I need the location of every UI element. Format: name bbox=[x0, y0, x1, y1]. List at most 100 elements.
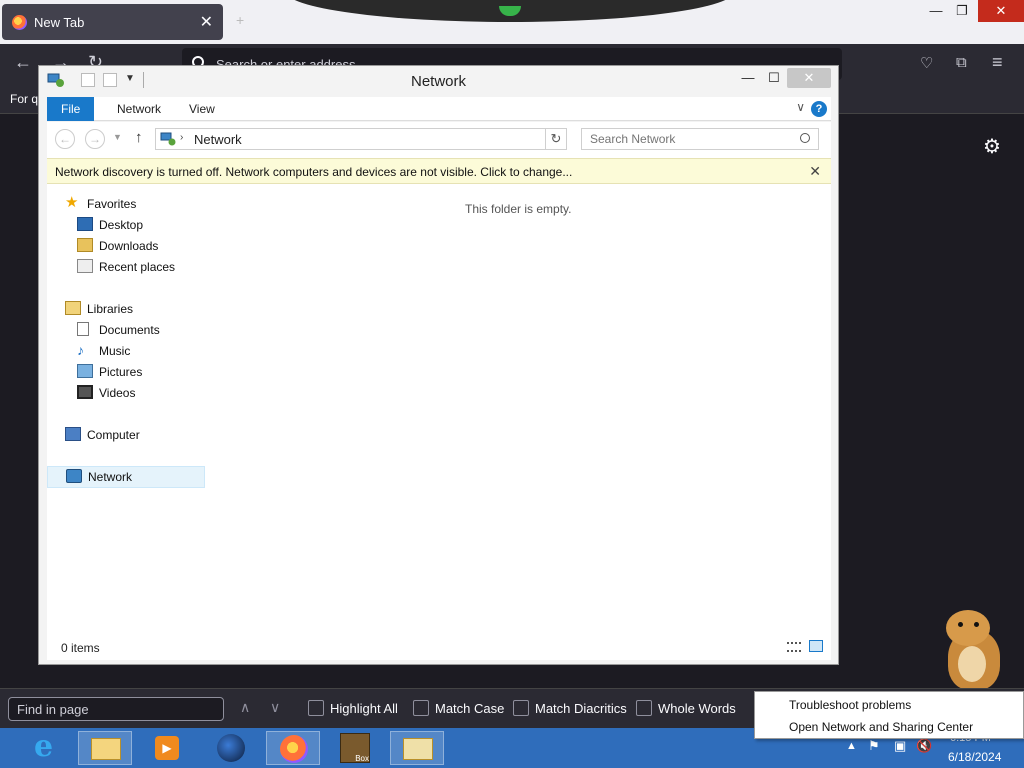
nav-item-label: Libraries bbox=[87, 302, 134, 316]
help-icon[interactable]: ? bbox=[811, 101, 827, 117]
breadcrumb[interactable]: Network bbox=[194, 132, 242, 147]
browser-tab[interactable]: New Tab ✕ bbox=[2, 4, 223, 40]
music-icon: ♪ bbox=[77, 342, 84, 358]
find-previous-icon[interactable]: ∧ bbox=[240, 699, 250, 716]
nav-item-desktop[interactable]: Desktop bbox=[77, 215, 233, 235]
folder-icon bbox=[403, 738, 433, 760]
nav-item-network[interactable]: Network bbox=[47, 466, 205, 488]
network-tray-icon[interactable]: ▣ bbox=[894, 738, 906, 754]
maximize-button[interactable]: ☐ bbox=[761, 68, 787, 88]
expand-ribbon-icon[interactable]: ∨ bbox=[796, 100, 805, 114]
taskbar-file-explorer[interactable] bbox=[78, 731, 132, 765]
menu-item-troubleshoot[interactable]: Troubleshoot problems bbox=[789, 698, 911, 712]
match-diacritics-label: Match Diacritics bbox=[535, 701, 627, 716]
address-bar[interactable]: › Network ∨ bbox=[155, 128, 567, 150]
find-input[interactable] bbox=[8, 697, 224, 721]
back-arrow-icon[interactable]: ← bbox=[14, 52, 32, 73]
search-input[interactable] bbox=[582, 129, 792, 149]
new-tab-icon[interactable]: + bbox=[236, 12, 244, 28]
nav-item-label: Pictures bbox=[99, 365, 143, 379]
action-center-flag-icon[interactable]: ⚑ bbox=[868, 738, 880, 754]
nav-item-label: Recent places bbox=[99, 260, 176, 274]
close-tab-icon[interactable]: ✕ bbox=[200, 12, 213, 32]
forward-button[interactable]: → bbox=[85, 129, 105, 149]
pocket-icon[interactable]: ♡ bbox=[920, 54, 933, 72]
nav-item-music[interactable]: ♪ Music bbox=[77, 341, 233, 361]
match-case-checkbox[interactable]: Match Case bbox=[413, 700, 504, 718]
taskbar-media-player[interactable]: ▶ bbox=[140, 731, 194, 765]
box-app-icon: Box bbox=[340, 733, 370, 763]
theme-decoration bbox=[285, 0, 735, 22]
whole-words-label: Whole Words bbox=[658, 701, 736, 716]
clock-date[interactable]: 6/18/2024 bbox=[948, 750, 1001, 764]
nav-item-recent-places[interactable]: Recent places bbox=[77, 257, 233, 277]
firefox-icon bbox=[12, 15, 27, 30]
recent-locations-icon[interactable]: ▼ bbox=[113, 132, 122, 142]
nav-item-favorites[interactable]: ★ Favorites bbox=[65, 194, 221, 214]
libraries-icon bbox=[65, 301, 81, 315]
nav-item-label: Computer bbox=[87, 428, 140, 442]
infobar-message[interactable]: Network discovery is turned off. Network… bbox=[55, 165, 572, 179]
taskbar-internet-explorer[interactable]: e bbox=[18, 731, 72, 765]
tab-network[interactable]: Network bbox=[103, 97, 175, 121]
details-view-icon[interactable] bbox=[787, 642, 801, 652]
folder-icon bbox=[91, 738, 121, 760]
whole-words-checkbox[interactable]: Whole Words bbox=[636, 700, 736, 718]
nav-item-pictures[interactable]: Pictures bbox=[77, 362, 233, 382]
minimize-button[interactable]: — bbox=[735, 68, 761, 88]
checkbox-icon bbox=[308, 700, 324, 716]
hamster-mascot bbox=[944, 610, 1004, 690]
nav-item-label: Music bbox=[99, 344, 131, 358]
search-field[interactable] bbox=[581, 128, 819, 150]
nav-item-libraries[interactable]: Libraries bbox=[65, 299, 221, 319]
taskbar-globe-app[interactable] bbox=[204, 731, 258, 765]
close-infobar-icon[interactable]: ✕ bbox=[809, 163, 821, 180]
network-context-menu: Troubleshoot problems Open Network and S… bbox=[754, 691, 1024, 739]
menu-hamburger-icon[interactable]: ≡ bbox=[992, 52, 1003, 73]
pictures-icon bbox=[77, 364, 93, 378]
item-count: 0 items bbox=[61, 641, 100, 655]
taskbar-firefox[interactable] bbox=[266, 731, 320, 765]
volume-muted-icon[interactable]: 🔇 bbox=[916, 738, 932, 754]
tab-view[interactable]: View bbox=[175, 97, 229, 121]
firefox-icon bbox=[280, 735, 308, 763]
extensions-icon[interactable]: ⧉ bbox=[956, 54, 967, 71]
show-hidden-icons-icon[interactable]: ▲ bbox=[846, 740, 857, 752]
large-icons-view-icon[interactable] bbox=[809, 640, 823, 652]
close-button[interactable]: ✕ bbox=[787, 68, 831, 88]
find-next-icon[interactable]: ∨ bbox=[270, 699, 280, 716]
restore-browser-button[interactable]: ❐ bbox=[946, 0, 978, 22]
explorer-title-bar[interactable]: ▼ Network — ☐ ✕ bbox=[39, 66, 838, 96]
address-row: ← → ▼ ↑ › Network ∨ ↻ bbox=[47, 122, 831, 158]
gear-icon[interactable]: ⚙ bbox=[983, 134, 1001, 159]
window-title: Network bbox=[410, 73, 466, 90]
checkbox-icon bbox=[636, 700, 652, 716]
taskbar-explorer-window[interactable] bbox=[390, 731, 444, 765]
nav-item-videos[interactable]: Videos bbox=[77, 383, 233, 403]
match-diacritics-checkbox[interactable]: Match Diacritics bbox=[513, 700, 627, 718]
back-button[interactable]: ← bbox=[55, 129, 75, 149]
nav-item-label: Documents bbox=[99, 323, 160, 337]
refresh-button[interactable]: ↻ bbox=[545, 128, 567, 150]
breadcrumb-arrow-icon[interactable]: › bbox=[180, 132, 183, 143]
network-discovery-infobar[interactable]: Network discovery is turned off. Network… bbox=[47, 158, 831, 184]
taskbar-box-app[interactable]: Box bbox=[328, 731, 382, 765]
nav-item-computer[interactable]: Computer bbox=[65, 425, 221, 445]
menu-item-network-sharing-center[interactable]: Open Network and Sharing Center bbox=[789, 720, 973, 734]
highlight-all-checkbox[interactable]: Highlight All bbox=[308, 700, 398, 718]
recent-places-icon bbox=[77, 259, 93, 273]
nav-item-documents[interactable]: Documents bbox=[77, 320, 233, 340]
nav-item-label: Desktop bbox=[99, 218, 144, 232]
up-arrow-icon[interactable]: ↑ bbox=[135, 129, 143, 146]
nav-item-label: Favorites bbox=[87, 197, 137, 211]
desktop-icon bbox=[77, 217, 93, 231]
media-player-icon: ▶ bbox=[155, 736, 179, 760]
navigation-pane: ★ Favorites Desktop Downloads Recent pla… bbox=[47, 184, 207, 634]
close-browser-button[interactable]: ✕ bbox=[978, 0, 1024, 22]
nav-item-downloads[interactable]: Downloads bbox=[77, 236, 233, 256]
network-icon bbox=[66, 469, 82, 483]
tab-file[interactable]: File bbox=[47, 97, 95, 121]
browser-tab-title: New Tab bbox=[34, 15, 85, 30]
checkbox-icon bbox=[413, 700, 429, 716]
nav-item-label: Videos bbox=[99, 386, 136, 400]
